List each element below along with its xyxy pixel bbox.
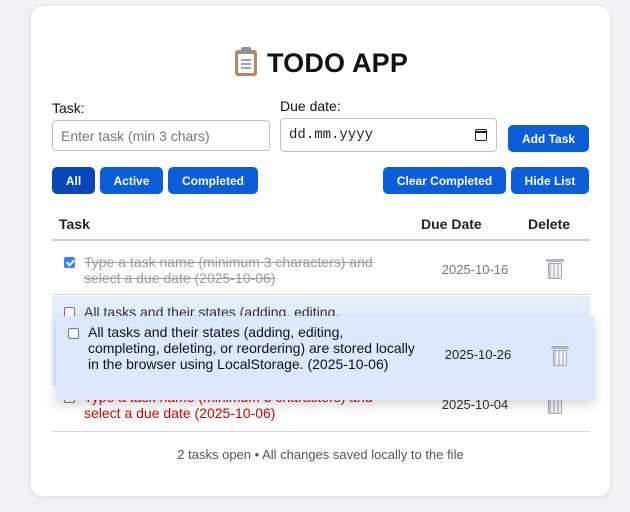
task-input[interactable] bbox=[52, 120, 270, 151]
due-date-label: Due date: bbox=[280, 98, 341, 114]
header-divider bbox=[52, 239, 590, 241]
task-checkbox[interactable] bbox=[64, 257, 75, 268]
due-date-value: dd.mm.yyyy bbox=[289, 127, 374, 143]
task-text[interactable]: All tasks and their states (adding, edit… bbox=[88, 324, 418, 372]
task-due-date: 2025-10-16 bbox=[441, 262, 509, 277]
hide-list-button[interactable]: Hide List bbox=[511, 167, 589, 194]
due-date-field[interactable]: dd.mm.yyyy bbox=[280, 118, 497, 152]
status-footer: 2 tasks open • All changes saved locally… bbox=[177, 447, 464, 462]
column-header-delete: Delete bbox=[528, 216, 571, 232]
column-header-task: Task bbox=[59, 216, 90, 232]
add-task-button[interactable]: Add Task bbox=[508, 125, 589, 152]
task-text[interactable]: Type a task name (minimum 3 characters) … bbox=[84, 254, 399, 286]
task-label: Task: bbox=[52, 100, 85, 116]
clear-completed-button[interactable]: Clear Completed bbox=[383, 167, 506, 194]
clipboard-icon bbox=[233, 46, 259, 76]
trash-icon[interactable] bbox=[550, 345, 570, 367]
calendar-icon[interactable] bbox=[475, 129, 487, 141]
trash-icon[interactable] bbox=[545, 258, 565, 280]
todo-card: TODO APP Task: Due date: dd.mm.yyyy Add … bbox=[31, 6, 610, 496]
column-header-due-date: Due Date bbox=[421, 216, 482, 232]
app-title-row: TODO APP bbox=[31, 46, 610, 79]
filter-all-button[interactable]: All bbox=[52, 167, 95, 194]
app-title: TODO APP bbox=[266, 48, 409, 78]
dragging-task-row[interactable]: All tasks and their states (adding, edit… bbox=[56, 316, 594, 400]
task-checkbox[interactable] bbox=[68, 328, 79, 339]
row-divider bbox=[52, 431, 590, 432]
filter-completed-button[interactable]: Completed bbox=[168, 167, 258, 194]
task-due-date: 2025-10-26 bbox=[444, 347, 512, 362]
filter-active-button[interactable]: Active bbox=[100, 167, 163, 194]
row-divider bbox=[52, 294, 590, 295]
